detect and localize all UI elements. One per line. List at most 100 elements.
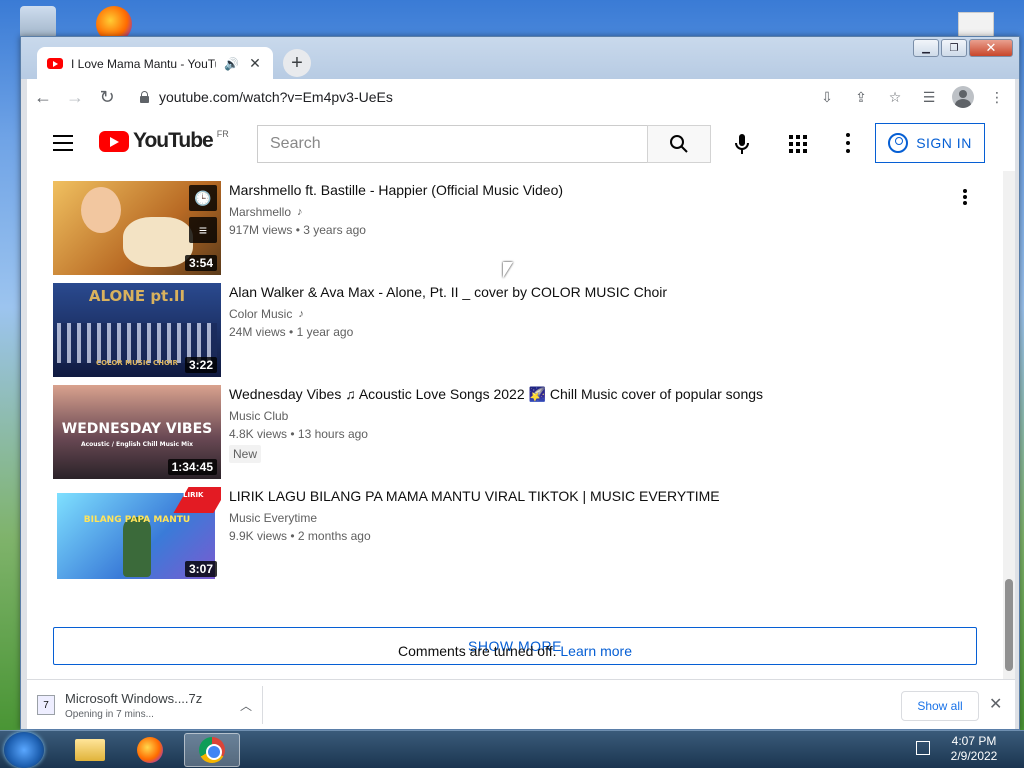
- close-window-button[interactable]: ✕: [969, 39, 1013, 57]
- audio-playing-icon[interactable]: 🔊: [224, 57, 239, 71]
- thumbnail-subtitle-text: Acoustic / English Chill Music Mix: [80, 441, 194, 448]
- minimize-button[interactable]: ▁: [913, 39, 939, 57]
- download-item[interactable]: 7 Microsoft Windows....7z Opening in 7 m…: [37, 686, 263, 724]
- chevron-up-icon[interactable]: ︿: [240, 697, 252, 714]
- upload-age: 13 hours ago: [297, 427, 368, 441]
- channel-name[interactable]: Color Music: [229, 307, 292, 321]
- voice-search-button[interactable]: [727, 129, 757, 159]
- related-video-item[interactable]: WEDNESDAY VIBES Acoustic / English Chill…: [53, 385, 953, 479]
- view-count: 4.8K views: [229, 427, 288, 441]
- learn-more-link[interactable]: Learn more: [560, 643, 632, 659]
- download-shelf: 7 Microsoft Windows....7z Opening in 7 m…: [27, 679, 1015, 729]
- search-icon: [670, 135, 688, 153]
- youtube-header: YouTube FR Search SIGN IN: [27, 115, 1003, 171]
- folder-icon: [75, 739, 105, 761]
- url-text[interactable]: youtube.com/watch?v=Em4pv3-UeEs: [159, 89, 393, 105]
- youtube-favicon-icon: [47, 58, 63, 69]
- video-title[interactable]: Wednesday Vibes ♫ Acoustic Love Songs 20…: [229, 385, 929, 403]
- media-control-icon[interactable]: ☰: [915, 83, 943, 111]
- maximize-button[interactable]: ❐: [941, 39, 967, 57]
- taskbar-explorer[interactable]: [62, 733, 118, 767]
- profile-button[interactable]: [949, 83, 977, 111]
- youtube-logo[interactable]: YouTube FR: [99, 129, 229, 153]
- video-duration: 1:34:45: [167, 459, 217, 475]
- window-controls: ▁ ❐ ✕: [913, 39, 1013, 57]
- tab-strip: I Love Mama Mantu - YouTube 🔊 ✕ + ▁ ❐ ✕: [21, 37, 1019, 80]
- video-duration: 3:54: [184, 255, 217, 271]
- bookmark-star-icon[interactable]: ☆: [881, 83, 909, 111]
- video-title[interactable]: Alan Walker & Ava Max - Alone, Pt. II _ …: [229, 283, 929, 301]
- forward-button[interactable]: →: [59, 81, 91, 113]
- share-icon[interactable]: ⇪: [847, 83, 875, 111]
- video-thumbnail[interactable]: LIRIK BILANG PAPA MANTU 3:07: [53, 487, 221, 581]
- search-button[interactable]: [647, 125, 711, 163]
- channel-name[interactable]: Music Club: [229, 409, 288, 423]
- logo-text: YouTube: [133, 129, 214, 152]
- back-button[interactable]: ←: [27, 81, 59, 113]
- taskbar-chrome[interactable]: [184, 733, 240, 767]
- add-to-queue-icon[interactable]: ≡: [189, 217, 217, 243]
- video-thumbnail[interactable]: ALONE pt.II COLOR MUSIC CHOIR 3:22: [53, 283, 221, 377]
- microphone-icon: [735, 134, 749, 154]
- tab-close-icon[interactable]: ✕: [247, 55, 263, 72]
- download-file-name: Microsoft Windows....7z: [65, 690, 203, 706]
- clock-date: 2/9/2022: [950, 749, 998, 763]
- related-video-item[interactable]: 🕒 ≡ 3:54 Marshmello ft. Bastille - Happi…: [53, 181, 967, 275]
- channel-name[interactable]: Marshmello: [229, 205, 291, 219]
- music-note-icon: ♪: [298, 308, 304, 320]
- mouse-cursor-icon: [503, 262, 513, 278]
- new-tab-button[interactable]: +: [283, 49, 311, 77]
- apps-grid-icon[interactable]: [789, 135, 807, 153]
- related-video-item[interactable]: ALONE pt.II COLOR MUSIC CHOIR 3:22 Alan …: [53, 283, 953, 377]
- comments-disabled-notice: Comments are turned off. Learn more: [27, 643, 1003, 659]
- chrome-menu-icon[interactable]: ⋮: [983, 83, 1011, 111]
- taskbar-firefox[interactable]: [122, 733, 178, 767]
- logo-country-code: FR: [216, 129, 229, 139]
- clock-time: 4:07 PM: [951, 734, 997, 748]
- firefox-icon: [137, 737, 163, 763]
- lock-icon[interactable]: [139, 91, 149, 103]
- lirik-ribbon-text: LIRIK: [183, 491, 204, 499]
- video-action-menu-icon[interactable]: [963, 189, 967, 205]
- channel-name[interactable]: Music Everytime: [229, 511, 317, 525]
- close-download-shelf-icon[interactable]: ✕: [989, 694, 1002, 714]
- view-count: 9.9K views: [229, 529, 288, 543]
- show-all-downloads-button[interactable]: Show all: [901, 691, 979, 721]
- video-duration: 3:07: [184, 561, 217, 577]
- upload-age: 1 year ago: [296, 325, 354, 339]
- windows-taskbar: 4:07 PM 2/9/2022: [0, 730, 1024, 768]
- browser-tab[interactable]: I Love Mama Mantu - YouTube 🔊 ✕: [37, 47, 273, 80]
- comments-off-text: Comments are turned off.: [398, 643, 557, 659]
- page-scrollbar[interactable]: [1003, 171, 1015, 679]
- video-thumbnail[interactable]: 🕒 ≡ 3:54: [53, 181, 221, 275]
- profile-avatar-icon: [952, 86, 974, 108]
- system-clock[interactable]: 4:07 PM 2/9/2022: [944, 734, 1004, 764]
- watch-later-icon[interactable]: 🕒: [189, 185, 217, 211]
- download-status: Opening in 7 mins...: [65, 708, 154, 720]
- video-title[interactable]: LIRIK LAGU BILANG PA MAMA MANTU VIRAL TI…: [229, 487, 929, 505]
- youtube-play-icon: [99, 130, 129, 152]
- chrome-window: I Love Mama Mantu - YouTube 🔊 ✕ + ▁ ❐ ✕ …: [20, 36, 1020, 730]
- search-input[interactable]: Search: [257, 125, 647, 163]
- video-thumbnail[interactable]: WEDNESDAY VIBES Acoustic / English Chill…: [53, 385, 221, 479]
- video-title[interactable]: Marshmello ft. Bastille - Happier (Offic…: [229, 181, 929, 199]
- install-app-icon[interactable]: ⇩: [813, 83, 841, 111]
- view-count: 24M views: [229, 325, 286, 339]
- address-bar[interactable]: youtube.com/watch?v=Em4pv3-UeEs: [129, 82, 793, 112]
- hamburger-menu-icon[interactable]: [53, 135, 73, 151]
- tab-title: I Love Mama Mantu - YouTube: [71, 56, 216, 71]
- page-viewport: YouTube FR Search SIGN IN 🕒 ≡ 3:54 Marsh…: [27, 115, 1015, 679]
- scrollbar-thumb[interactable]: [1005, 579, 1013, 671]
- start-button[interactable]: [4, 732, 44, 768]
- reload-button[interactable]: ↻: [91, 81, 123, 113]
- related-video-item[interactable]: LIRIK BILANG PAPA MANTU 3:07 LIRIK LAGU …: [53, 487, 953, 581]
- sign-in-label: SIGN IN: [916, 135, 972, 151]
- thumbnail-title-text: WEDNESDAY VIBES: [61, 421, 213, 437]
- chrome-icon: [199, 737, 225, 763]
- network-tray-icon[interactable]: [916, 741, 930, 755]
- view-count: 917M views: [229, 223, 293, 237]
- thumbnail-title-text: ALONE pt.II: [88, 287, 186, 305]
- settings-menu-icon[interactable]: [845, 133, 851, 153]
- sign-in-button[interactable]: SIGN IN: [875, 123, 985, 163]
- upload-age: 3 years ago: [303, 223, 366, 237]
